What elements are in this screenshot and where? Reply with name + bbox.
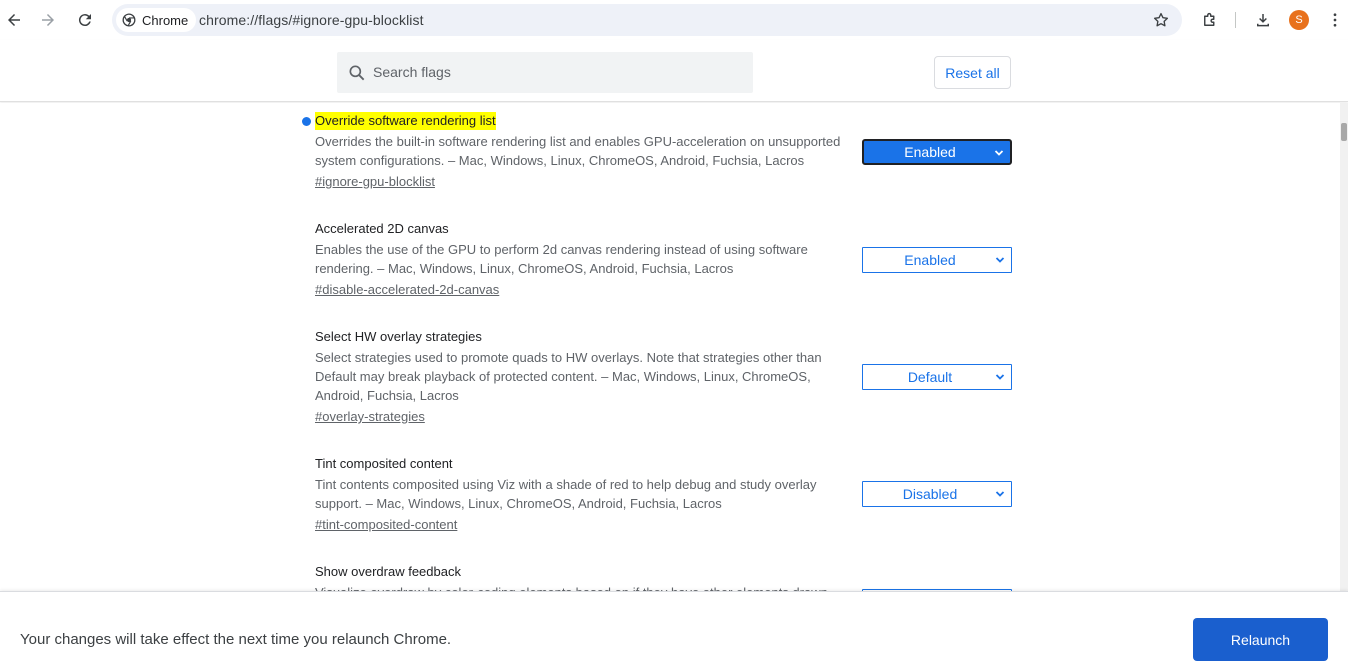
kebab-menu-icon [1333,13,1337,27]
search-flags-box[interactable] [337,52,753,93]
url-text[interactable]: chrome://flags/#ignore-gpu-blocklist [199,12,424,28]
reset-all-button[interactable]: Reset all [934,56,1011,89]
scrollbar-thumb[interactable] [1341,123,1347,141]
flag-state-value: Enabled [904,144,956,160]
arrow-right-icon [42,14,54,26]
relaunch-message: Your changes will take effect the next t… [20,631,452,648]
scrollbar[interactable] [1340,103,1348,591]
relaunch-button[interactable]: Relaunch [1193,618,1328,661]
flag-state-value: Disabled [902,486,958,502]
download-icon [1257,14,1269,27]
flag-permalink[interactable]: #overlay-strategies [315,408,425,426]
address-bar[interactable]: Chrome chrome://flags/#ignore-gpu-blockl… [112,4,1182,36]
chevron-down-icon [995,374,1005,380]
flag-item: Show overdraw feedback Visualize overdra… [315,563,1015,591]
arrow-left-icon [8,14,20,26]
flag-title: Tint composited content [315,456,453,471]
site-chip[interactable]: Chrome [116,8,197,32]
flags-header: Reset all [0,40,1348,102]
flag-permalink[interactable]: #tint-composited-content [315,516,457,534]
flag-title: Show overdraw feedback [315,564,461,579]
puzzle-icon [1204,12,1215,26]
flags-list: Override software rendering list Overrid… [0,103,1340,591]
flag-state-value: Default [907,369,953,385]
flag-description: Select strategies used to promote quads … [315,350,822,403]
menu-button[interactable] [1321,6,1348,34]
flag-description: Visualize overdraw by color-coding eleme… [315,583,845,591]
site-chip-label: Chrome [142,12,189,28]
flag-title: Override software rendering list [315,112,496,130]
flag-item: Accelerated 2D canvas Enables the use of… [315,220,1015,299]
flag-item: Tint composited content Tint contents co… [315,455,1015,534]
search-flags-input[interactable] [373,60,743,84]
back-button[interactable] [0,6,28,34]
toolbar-divider [1235,12,1236,28]
chevron-down-icon [995,491,1005,497]
reload-icon [78,14,91,27]
browser-toolbar: Chrome chrome://flags/#ignore-gpu-blockl… [0,0,1348,40]
flag-description: Overrides the built-in software renderin… [315,134,841,168]
search-icon [349,65,365,81]
reload-button[interactable] [71,6,99,34]
bookmark-star-icon[interactable] [1152,11,1170,29]
flag-description: Enables the use of the GPU to perform 2d… [315,242,808,276]
chrome-icon [122,13,136,27]
chevron-down-icon [995,257,1005,263]
flag-state-select[interactable]: Enabled [862,139,1012,165]
flag-permalink[interactable]: #ignore-gpu-blocklist [315,173,435,191]
flag-item: Override software rendering list Overrid… [302,112,1015,191]
flag-state-select[interactable]: Enabled [862,247,1012,273]
profile-avatar[interactable]: S [1289,10,1309,30]
extensions-button[interactable] [1196,6,1224,34]
flag-title: Accelerated 2D canvas [315,221,449,236]
modified-indicator [302,117,311,126]
flag-state-select[interactable]: Default [862,364,1012,390]
chevron-down-icon [994,150,1004,156]
relaunch-bar: Your changes will take effect the next t… [0,591,1348,672]
flag-item: Select HW overlay strategies Select stra… [315,328,1015,426]
flag-permalink[interactable]: #disable-accelerated-2d-canvas [315,281,499,299]
flag-title: Select HW overlay strategies [315,329,482,344]
downloads-button[interactable] [1249,6,1277,34]
flag-state-select[interactable]: Disabled [862,481,1012,507]
flag-description: Tint contents composited using Viz with … [315,477,817,511]
forward-button[interactable] [34,6,62,34]
flag-state-value: Enabled [904,252,956,268]
